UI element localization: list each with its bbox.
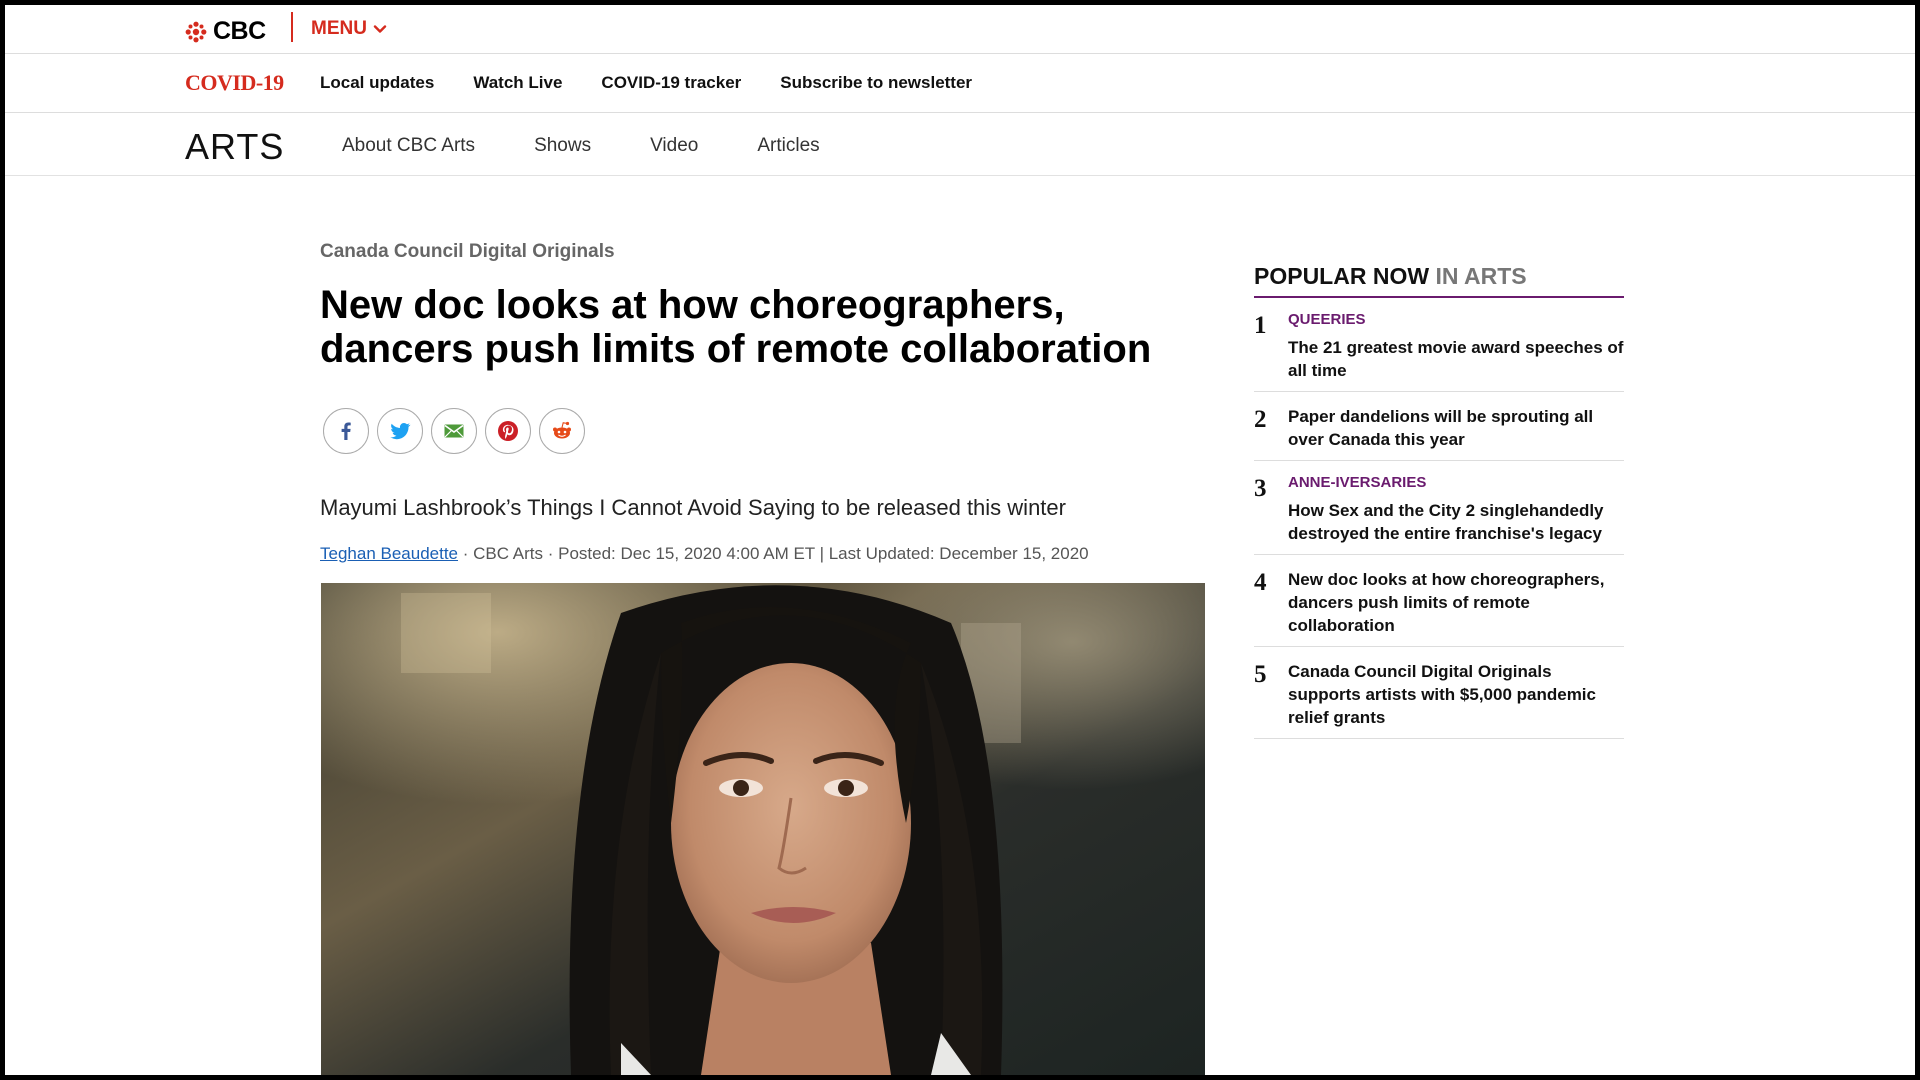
popular-rank: 1 [1254,312,1267,339]
nav-covid-tracker[interactable]: COVID-19 tracker [601,73,741,93]
chevron-down-icon [373,25,387,33]
article-eyebrow[interactable]: Canada Council Digital Originals [320,241,615,263]
portrait-photo [321,583,1205,1075]
menu-label: MENU [311,18,367,39]
author-link[interactable]: Teghan Beaudette [320,544,458,563]
popular-list: 1 QUEERIES The 21 greatest movie award s… [1254,298,1624,739]
nav-local-updates[interactable]: Local updates [320,73,434,93]
popular-title-main: POPULAR NOW [1254,263,1430,289]
nav-video[interactable]: Video [650,135,698,157]
share-facebook-button[interactable] [323,408,369,454]
pinterest-icon [498,421,518,441]
nav-subscribe-newsletter[interactable]: Subscribe to newsletter [780,73,972,93]
popular-title: POPULAR NOW IN ARTS [1254,263,1624,298]
cbc-wordmark: CBC [213,17,266,45]
article-byline: Teghan Beaudette · CBC Arts · Posted: De… [320,544,1089,564]
section-nav: About CBC Arts Shows Video Articles [342,135,820,157]
share-twitter-button[interactable] [377,408,423,454]
hero-image [321,583,1205,1075]
covid-nav: Local updates Watch Live COVID-19 tracke… [320,73,972,93]
share-email-button[interactable] [431,408,477,454]
popular-item-5[interactable]: 5 Canada Council Digital Originals suppo… [1254,647,1624,739]
popular-kicker: ANNE-IVERSARIES [1288,474,1427,491]
facebook-icon [341,422,351,440]
share-pinterest-button[interactable] [485,408,531,454]
logo-divider [291,12,293,42]
article-headline: New doc looks at how choreographers, dan… [320,283,1152,371]
nav-shows[interactable]: Shows [534,135,591,157]
popular-now: POPULAR NOW IN ARTS 1 QUEERIES The 21 gr… [1254,263,1624,739]
popular-item-2[interactable]: 2 Paper dandelions will be sprouting all… [1254,392,1624,461]
covid-bar: COVID-19 Local updates Watch Live COVID-… [5,54,1915,113]
nav-watch-live[interactable]: Watch Live [473,73,562,93]
reddit-icon [553,421,571,439]
popular-rank: 3 [1254,475,1267,502]
popular-rank: 4 [1254,569,1267,596]
popular-headline: How Sex and the City 2 singlehandedly de… [1288,501,1604,543]
popular-item-1[interactable]: 1 QUEERIES The 21 greatest movie award s… [1254,298,1624,392]
covid-label[interactable]: COVID-19 [185,70,284,96]
byline-meta: · CBC Arts · Posted: Dec 15, 2020 4:00 A… [458,544,1089,563]
article-deck: Mayumi Lashbrook’s Things I Cannot Avoid… [320,495,1066,520]
share-bar [323,408,585,454]
nav-articles[interactable]: Articles [757,135,819,157]
section-title[interactable]: ARTS [185,126,284,168]
cbc-gem-icon [185,21,207,42]
share-reddit-button[interactable] [539,408,585,454]
popular-headline: New doc looks at how choreographers, dan… [1288,570,1605,635]
popular-item-3[interactable]: 3 ANNE-IVERSARIES How Sex and the City 2… [1254,461,1624,555]
popular-kicker: QUEERIES [1288,311,1366,328]
popular-headline: Canada Council Digital Originals support… [1288,662,1596,727]
nav-about-cbc-arts[interactable]: About CBC Arts [342,135,475,157]
email-icon [444,424,464,438]
popular-item-4[interactable]: 4 New doc looks at how choreographers, d… [1254,555,1624,647]
popular-headline: Paper dandelions will be sprouting all o… [1288,407,1594,449]
twitter-icon [390,423,411,440]
popular-rank: 2 [1254,406,1267,433]
page: CBC MENU COVID-19 Local updates Watch Li… [5,5,1915,1075]
popular-title-suffix: IN ARTS [1429,263,1527,289]
top-bar: CBC MENU [5,5,1915,54]
cbc-logo[interactable]: CBC [185,17,266,46]
menu-button[interactable]: MENU [311,18,387,40]
section-bar: ARTS About CBC Arts Shows Video Articles [5,113,1915,176]
popular-rank: 5 [1254,661,1267,688]
popular-headline: The 21 greatest movie award speeches of … [1288,338,1624,380]
